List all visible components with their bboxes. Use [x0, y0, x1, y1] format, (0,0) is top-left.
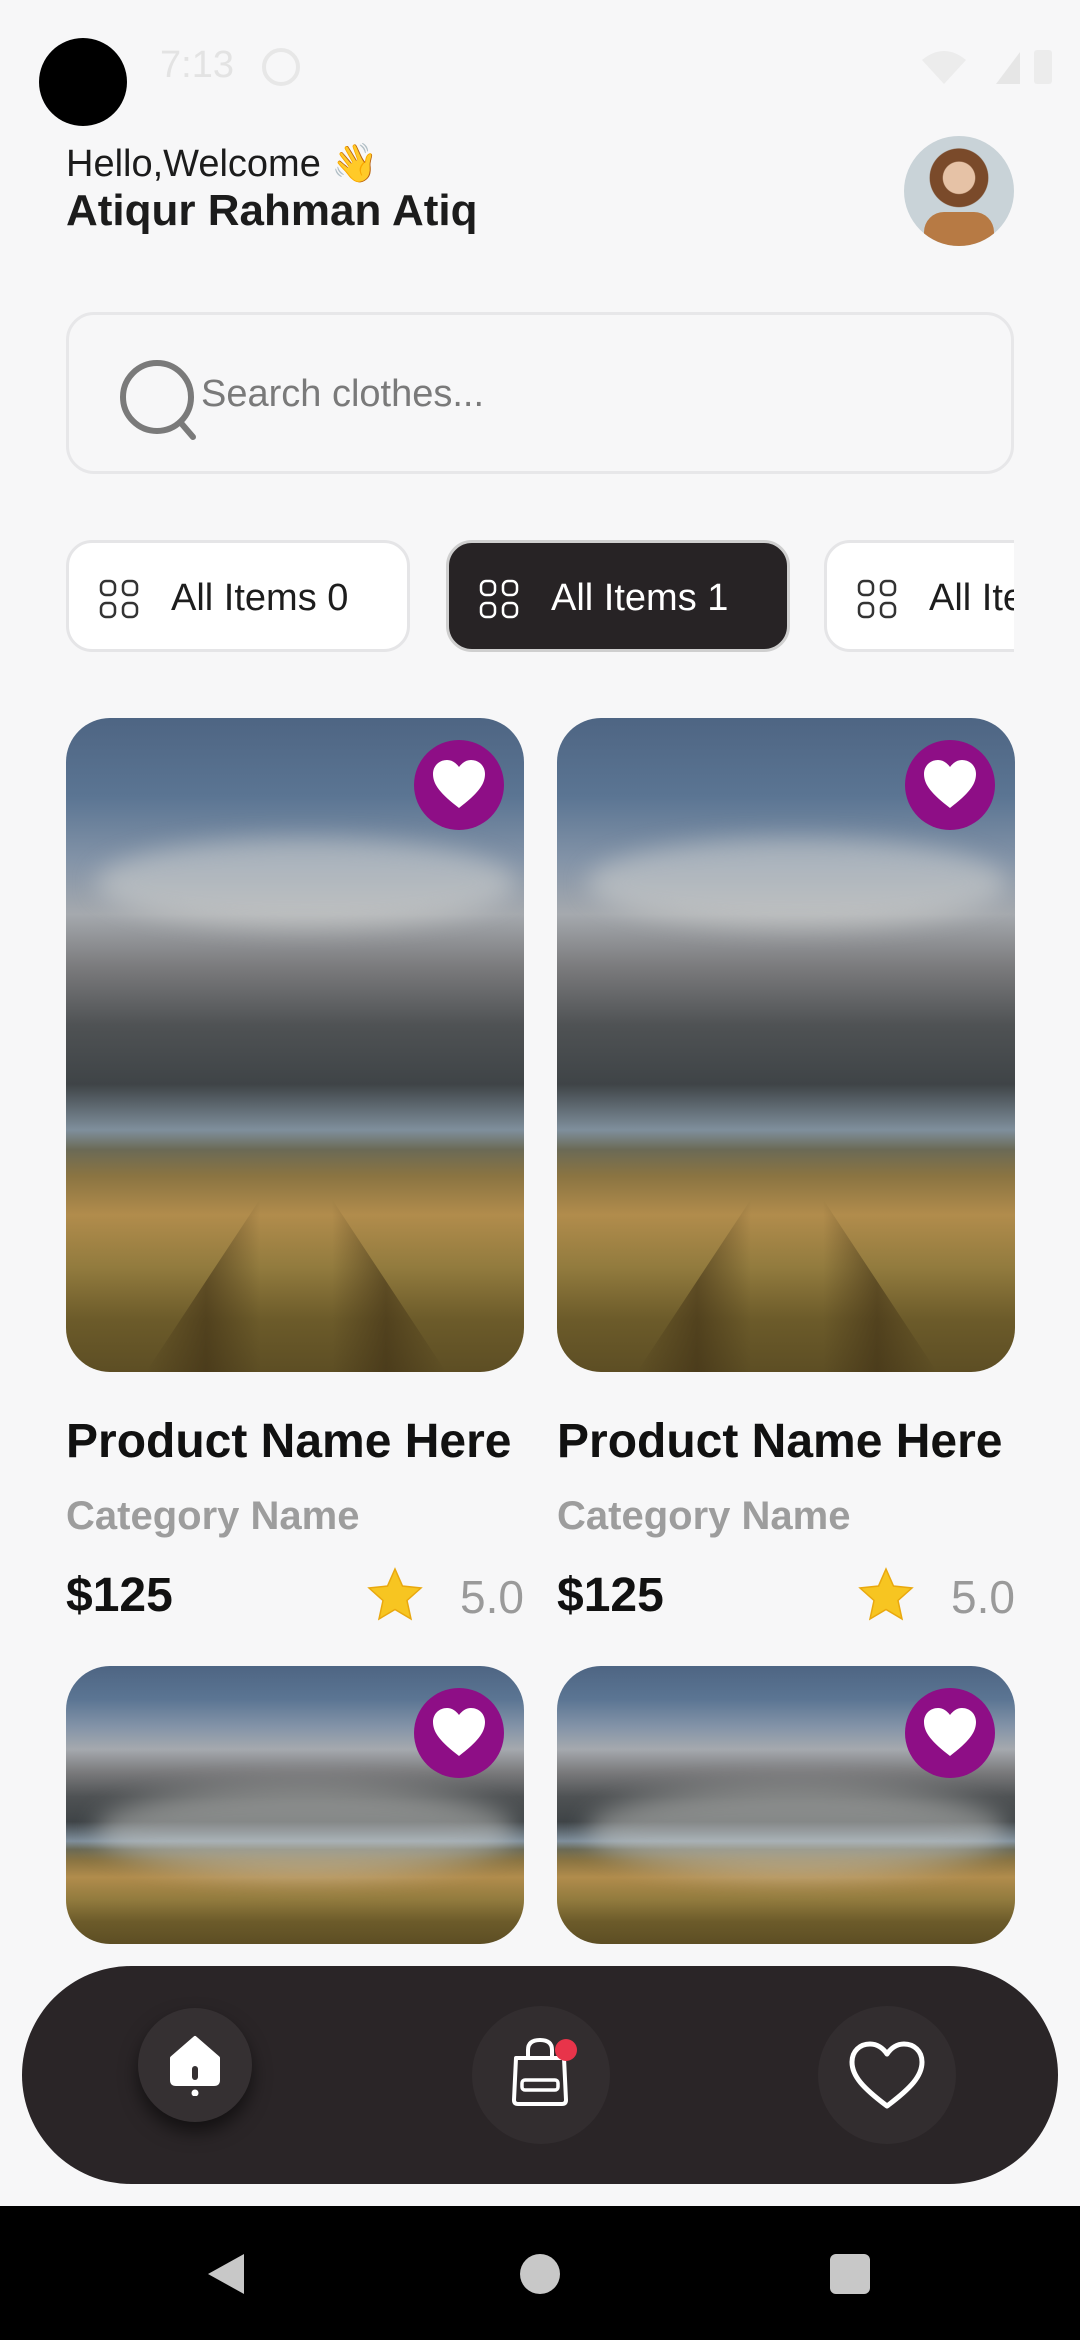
cart-badge [555, 2039, 577, 2061]
home-icon [170, 2036, 220, 2096]
star-icon [858, 1567, 914, 1621]
notification-icon [262, 48, 300, 86]
heart-icon [849, 2041, 925, 2109]
user-name: Atiqur Rahman Atiq [66, 186, 478, 235]
greeting-text: Hello,Welcome 👋 [66, 143, 379, 185]
category-chips: All Items 0 All Items 1 All Items 2 [66, 540, 1014, 654]
favorite-button[interactable] [905, 740, 995, 830]
signal-icons [922, 50, 1052, 84]
chip-all-items-0[interactable]: All Items 0 [66, 540, 410, 652]
product-price: $125 [66, 1569, 173, 1622]
grid-icon [857, 579, 897, 619]
nav-home-button[interactable] [138, 2008, 252, 2122]
chip-label: All Items 1 [551, 577, 729, 619]
home-system-icon[interactable] [520, 2254, 560, 2294]
chip-all-items-1[interactable]: All Items 1 [446, 540, 790, 652]
product-category: Category Name [66, 1494, 360, 1538]
product-rating: 5.0 [951, 1571, 1015, 1623]
recents-icon[interactable] [830, 2254, 870, 2294]
search-icon [120, 360, 196, 440]
system-navigation-bar [0, 2206, 1080, 2340]
status-bar: 7:13 [0, 0, 1080, 130]
status-time: 7:13 [160, 44, 234, 86]
star-icon [367, 1567, 423, 1621]
heart-icon [924, 1708, 976, 1756]
product-name: Product Name Here [557, 1415, 1003, 1468]
back-icon[interactable] [204, 2250, 248, 2298]
heart-icon [433, 1708, 485, 1756]
bottom-navigation [22, 1966, 1058, 2184]
grid-icon [479, 579, 519, 619]
favorite-button[interactable] [905, 1688, 995, 1778]
search-input[interactable] [199, 365, 963, 423]
chip-label: All Items 0 [171, 577, 349, 619]
nav-cart-button[interactable] [472, 2006, 610, 2144]
search-box[interactable] [66, 312, 1014, 474]
grid-icon [99, 579, 139, 619]
heart-icon [924, 760, 976, 808]
shopping-bag-icon [512, 2037, 577, 2106]
chip-label: All Items 2 [929, 577, 1014, 619]
product-price: $125 [557, 1569, 664, 1622]
chip-all-items-2[interactable]: All Items 2 [824, 540, 1014, 652]
favorite-button[interactable] [414, 1688, 504, 1778]
product-rating: 5.0 [460, 1571, 524, 1623]
heart-icon [433, 760, 485, 808]
avatar[interactable] [904, 136, 1014, 246]
favorite-button[interactable] [414, 740, 504, 830]
camera-cutout [39, 38, 127, 126]
product-category: Category Name [557, 1494, 851, 1538]
nav-favorites-button[interactable] [818, 2006, 956, 2144]
product-name: Product Name Here [66, 1415, 512, 1468]
